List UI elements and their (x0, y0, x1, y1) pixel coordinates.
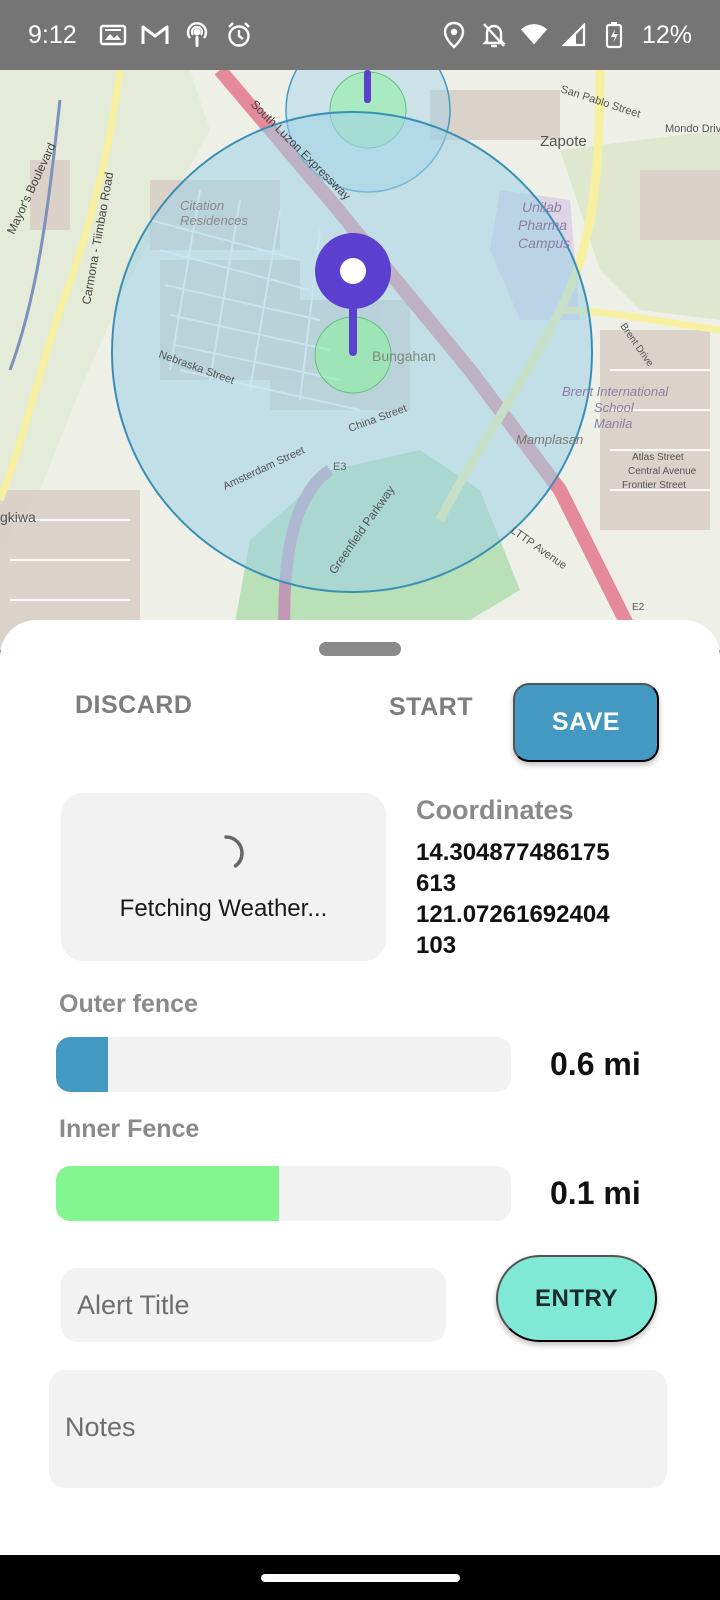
status-right-icons: 12% (440, 21, 692, 50)
inner-fence-slider[interactable] (56, 1166, 511, 1221)
location-icon (440, 21, 468, 49)
battery-percent: 12% (641, 20, 692, 49)
map-label-campus: Campus (518, 235, 570, 251)
entry-button[interactable]: ENTRY (496, 1255, 657, 1342)
coordinates-value: 14.304877486175613 121.07261692404103 (416, 837, 616, 961)
map-view[interactable]: Zapote San Pablo Street Mondo Drive Unil… (0, 70, 720, 650)
map-label-lttp: LTTP Avenue (508, 525, 568, 572)
map-label-e2: E2 (632, 602, 645, 613)
status-time: 9:12 (28, 20, 77, 49)
drag-handle[interactable] (319, 642, 401, 656)
map-label-e3: E3 (333, 461, 346, 473)
home-indicator[interactable] (261, 1574, 460, 1582)
map-label-brent-1: Brent International (562, 384, 669, 399)
map-label-atlas: Atlas Street (632, 452, 684, 463)
map-label-zapote: Zapote (540, 133, 587, 150)
map-label-residences: Residences (180, 213, 248, 228)
location-pin-center (340, 258, 366, 284)
secondary-pin (364, 70, 371, 103)
coordinates-longitude: 121.07261692404103 (416, 901, 610, 959)
coordinates-title: Coordinates (416, 795, 574, 825)
navigation-bar (0, 1555, 720, 1600)
start-button[interactable]: START (389, 693, 473, 722)
status-bar: 9:12 12% (0, 0, 720, 70)
status-left-icons (99, 21, 253, 49)
map-label-mondo: Mondo Drive (665, 123, 720, 135)
map-label-bungahan: Bungahan (372, 348, 436, 364)
inner-fence-value: 0.1 mi (550, 1175, 641, 1211)
map-label-mamplasan: Mamplasan (516, 432, 583, 447)
map-label-frontier: Frontier Street (622, 480, 686, 491)
discard-button[interactable]: DISCARD (75, 691, 192, 720)
map-label-citation: Citation (180, 198, 224, 213)
weather-card: Fetching Weather... (61, 793, 386, 961)
map-label-brent-3: Manila (594, 416, 632, 431)
map-label-pharma: Pharma (518, 217, 567, 233)
podcast-icon (183, 21, 211, 49)
outer-fence-slider-fill (56, 1037, 109, 1092)
bottom-sheet: DISCARD START SAVE Fetching Weather... C… (0, 620, 720, 1555)
weather-status: Fetching Weather... (119, 895, 328, 922)
gallery-icon (99, 21, 127, 49)
map-label-unilab: Unilab (522, 199, 562, 215)
save-button[interactable]: SAVE (513, 683, 659, 762)
mute-icon (480, 21, 508, 49)
outer-fence-slider[interactable] (56, 1037, 511, 1092)
alert-title-input[interactable] (61, 1268, 446, 1342)
map-label-gkiwa: gkiwa (0, 509, 36, 525)
notes-field[interactable] (49, 1370, 667, 1488)
map-label-central: Central Avenue (628, 466, 697, 477)
map-label-brent-2: School (594, 400, 635, 415)
outer-fence-value: 0.6 mi (550, 1046, 641, 1082)
signal-icon (560, 21, 588, 49)
loading-spinner-icon (210, 835, 244, 871)
outer-fence-label: Outer fence (59, 990, 198, 1018)
coordinates-latitude: 14.304877486175613 (416, 839, 610, 897)
gmail-icon (141, 21, 169, 49)
inner-fence-label: Inner Fence (59, 1115, 200, 1143)
map-canvas: Zapote San Pablo Street Mondo Drive Unil… (0, 70, 720, 650)
wifi-icon (520, 21, 548, 49)
alarm-icon (225, 21, 253, 49)
battery-icon (600, 21, 628, 49)
inner-fence-slider-fill (56, 1166, 279, 1221)
